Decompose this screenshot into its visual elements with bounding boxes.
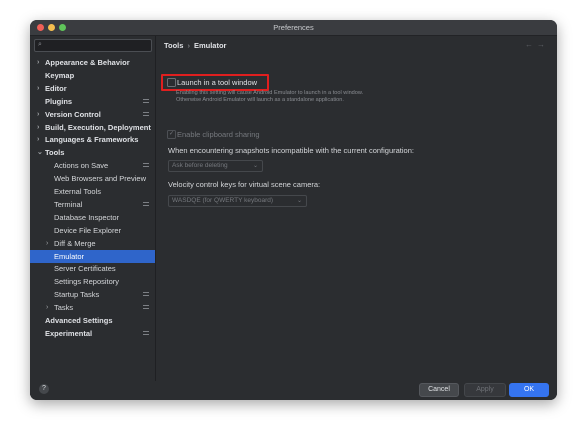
back-arrow-icon[interactable]: ←: [525, 40, 537, 49]
sidebar-item[interactable]: Web Browsers and Preview: [30, 172, 155, 185]
window-title: Preferences: [273, 23, 314, 32]
chevron-down-icon[interactable]: ⌄: [37, 146, 43, 159]
sidebar-item-label: Tools: [45, 148, 65, 158]
sidebar-item[interactable]: Advanced Settings: [30, 314, 155, 327]
sidebar-item-label: Advanced Settings: [45, 316, 113, 325]
title-bar: Preferences: [30, 20, 557, 36]
project-settings-icon: [143, 304, 149, 310]
sidebar-item[interactable]: › Editor: [30, 82, 155, 95]
sidebar-item-label: Version Control: [45, 109, 101, 119]
breadcrumb-parent[interactable]: Tools: [164, 41, 183, 50]
sidebar-item[interactable]: ⌄ Tools: [30, 146, 155, 159]
help-icon[interactable]: ?: [39, 384, 49, 394]
dialog-button-bar: ? Cancel Apply OK: [30, 381, 557, 400]
sidebar-item[interactable]: Experimental: [30, 327, 155, 340]
chevron-right-icon[interactable]: ›: [37, 108, 39, 121]
search-icon: ⌕: [38, 41, 42, 48]
sidebar-item[interactable]: Terminal: [30, 198, 155, 211]
velocity-dropdown[interactable]: WASDQE (for QWERTY keyboard) ⌄: [168, 195, 307, 207]
sidebar-item-label: Keymap: [45, 70, 75, 80]
sidebar-item-label: Emulator: [54, 251, 85, 261]
sidebar-item-label: Startup Tasks: [54, 290, 100, 300]
velocity-dropdown-value: WASDQE (for QWERTY keyboard): [172, 197, 274, 204]
sidebar-item[interactable]: › Version Control: [30, 108, 155, 121]
ok-button[interactable]: OK: [509, 383, 549, 397]
settings-sidebar: ⌕ › Appearance & Behavior Keymap › Editor Plu…: [30, 36, 156, 395]
launch-in-tool-window-label: Launch in a tool window: [177, 78, 258, 87]
sidebar-item-label: External Tools: [54, 187, 101, 196]
sidebar-item-label: Diff & Merge: [54, 238, 96, 248]
sidebar-item-label: Settings Repository: [54, 277, 120, 287]
apply-button[interactable]: Apply: [464, 383, 506, 397]
sidebar-item[interactable]: › Appearance & Behavior: [30, 56, 155, 69]
sidebar-item-label: Server Certificates: [54, 264, 116, 274]
snapshots-label: When encountering snapshots incompatible…: [168, 146, 414, 155]
sidebar-item[interactable]: Startup Tasks: [30, 288, 155, 301]
sidebar-item[interactable]: Device File Explorer: [30, 224, 155, 237]
sidebar-item[interactable]: › Languages & Frameworks: [30, 133, 155, 146]
breadcrumb-current: Emulator: [193, 41, 227, 50]
clipboard-sharing-checkbox[interactable]: ✓: [167, 130, 176, 139]
forward-arrow-icon[interactable]: →: [537, 40, 549, 49]
sidebar-item-label: Editor: [45, 83, 67, 93]
project-settings-icon: [143, 330, 149, 336]
settings-content: Tools › Emulator ←→ Launch in a tool windo…: [156, 36, 557, 381]
sidebar-item[interactable]: Database Inspector: [30, 211, 155, 224]
sidebar-item-label: Tasks: [54, 303, 74, 313]
chevron-down-icon: ⌄: [252, 163, 258, 169]
project-settings-icon: [143, 291, 149, 297]
project-settings-icon: [143, 162, 149, 168]
snapshots-dropdown-value: Ask before deleting: [172, 162, 228, 169]
sidebar-item[interactable]: › Diff & Merge: [30, 237, 155, 250]
chevron-right-icon[interactable]: ›: [46, 301, 48, 314]
sidebar-item-label: Terminal: [54, 199, 83, 209]
sidebar-item[interactable]: › Tasks: [30, 301, 155, 314]
cancel-button[interactable]: Cancel: [419, 383, 459, 397]
settings-search-input[interactable]: ⌕: [34, 39, 152, 52]
sidebar-item-label: Languages & Frameworks: [45, 135, 139, 145]
sidebar-item-label: Database Inspector: [54, 212, 120, 222]
breadcrumb: Tools › Emulator: [164, 41, 226, 50]
chevron-right-icon[interactable]: ›: [37, 133, 39, 146]
history-nav: ←→: [525, 40, 549, 49]
chevron-right-icon[interactable]: ›: [46, 237, 48, 250]
preferences-window: Preferences ⌕ › Appearance & Behavior Keym…: [30, 20, 557, 400]
project-settings-icon: [143, 201, 149, 207]
project-settings-icon: [143, 98, 149, 104]
sidebar-item[interactable]: Emulator: [30, 249, 155, 263]
sidebar-item[interactable]: Plugins: [30, 95, 155, 108]
snapshots-dropdown[interactable]: Ask before deleting ⌄: [168, 160, 263, 172]
sidebar-item[interactable]: › Build, Execution, Deployment: [30, 121, 155, 134]
chevron-down-icon: ⌄: [296, 198, 302, 204]
sidebar-item-label: Web Browsers and Preview: [54, 174, 146, 184]
velocity-label: Velocity control keys for virtual scene …: [168, 180, 321, 189]
sidebar-item-label: Experimental: [45, 328, 93, 338]
breadcrumb-separator: ›: [187, 41, 190, 50]
chevron-right-icon[interactable]: ›: [37, 82, 39, 95]
chevron-right-icon[interactable]: ›: [37, 56, 39, 69]
sidebar-item[interactable]: External Tools: [30, 185, 155, 198]
sidebar-item[interactable]: Actions on Save: [30, 159, 155, 172]
clipboard-sharing-label: Enable clipboard sharing: [177, 130, 260, 139]
sidebar-item-label: Plugins: [45, 96, 73, 106]
sidebar-item[interactable]: Settings Repository: [30, 275, 155, 288]
launch-description: Enabling this setting will cause Android…: [176, 90, 364, 103]
sidebar-item-label: Build, Execution, Deployment: [45, 122, 151, 132]
sidebar-item-label: Actions on Save: [54, 161, 109, 171]
sidebar-item[interactable]: Keymap: [30, 69, 155, 82]
sidebar-item-label: Appearance & Behavior: [45, 58, 130, 67]
launch-in-tool-window-checkbox[interactable]: [167, 78, 176, 87]
chevron-right-icon[interactable]: ›: [37, 121, 39, 134]
project-settings-icon: [143, 111, 149, 117]
sidebar-item[interactable]: Server Certificates: [30, 262, 155, 275]
sidebar-item-label: Device File Explorer: [54, 225, 122, 235]
